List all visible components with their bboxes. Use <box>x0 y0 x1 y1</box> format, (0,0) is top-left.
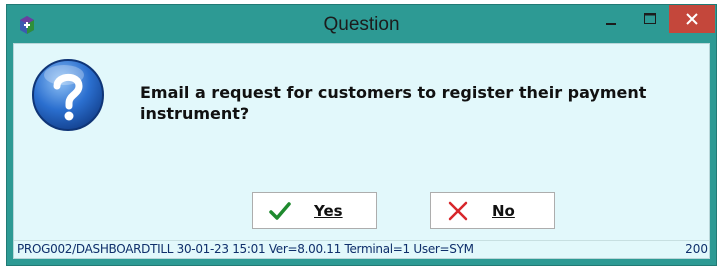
minimize-button[interactable] <box>593 5 631 33</box>
status-code: 200 <box>685 242 708 256</box>
title-bar[interactable]: Question <box>7 5 716 43</box>
dialog-message: Email a request for customers to registe… <box>140 83 647 123</box>
status-info: PROG002/DASHBOARDTILL 30-01-23 15:01 Ver… <box>17 242 474 256</box>
maximize-icon <box>644 13 656 24</box>
no-button-label: No <box>492 202 515 220</box>
minimize-icon <box>606 23 616 25</box>
close-button[interactable] <box>669 5 715 33</box>
yes-button-label: Yes <box>314 202 343 220</box>
cross-icon <box>448 201 468 221</box>
question-icon <box>32 59 104 131</box>
yes-button[interactable]: Yes <box>252 192 377 229</box>
check-icon <box>269 202 291 220</box>
maximize-button[interactable] <box>631 5 669 33</box>
close-icon <box>686 13 698 25</box>
no-button[interactable]: No <box>430 192 555 229</box>
status-bar: PROG002/DASHBOARDTILL 30-01-23 15:01 Ver… <box>14 240 709 258</box>
dialog-body: Email a request for customers to registe… <box>13 43 710 259</box>
question-dialog-window: Question Email a request for customers t… <box>6 4 717 266</box>
